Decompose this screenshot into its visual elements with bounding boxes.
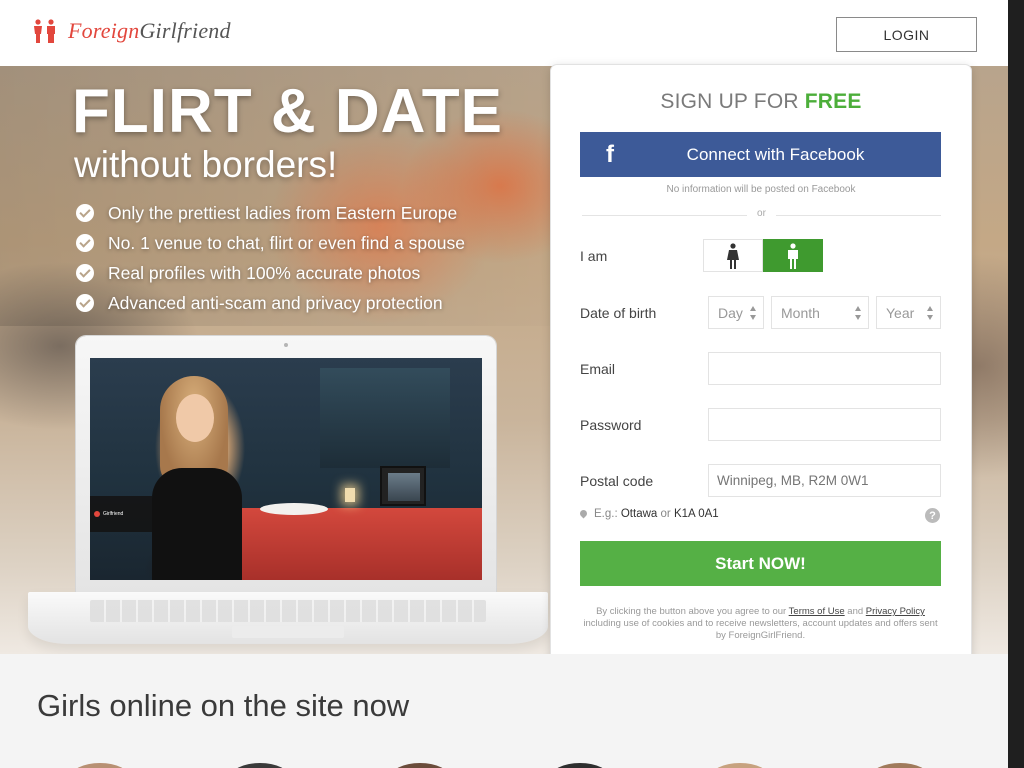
photo-window: [320, 368, 450, 468]
gender-female-button[interactable]: [703, 239, 763, 272]
signup-title-free: FREE: [804, 90, 862, 113]
girls-online-title: Girls online on the site now: [37, 688, 410, 723]
divider-line-right: [776, 215, 941, 216]
spinner-icon: [927, 306, 934, 320]
site-logo[interactable]: ForeignGirlfriend: [32, 18, 231, 44]
dob-year-select[interactable]: Year: [876, 296, 941, 329]
logo-text: ForeignGirlfriend: [68, 18, 231, 44]
gender-selector: [703, 239, 823, 272]
email-label: Email: [580, 361, 616, 377]
profile-thumbnail[interactable]: [390, 763, 450, 768]
example-code: K1A 0A1: [673, 508, 719, 520]
or-divider: or: [582, 208, 941, 222]
badge-text: Girlfriend: [103, 511, 124, 517]
facebook-button-label: Connect with Facebook: [686, 144, 865, 164]
webcam-dot: [284, 343, 288, 347]
or-text: or: [757, 208, 766, 219]
signup-title: SIGN UP FOR FREE: [551, 90, 971, 114]
window-edge: [1008, 0, 1024, 768]
profile-thumbnail[interactable]: [550, 763, 610, 768]
logo-couple-icon: [32, 19, 58, 43]
example-prefix: E.g.:: [594, 508, 618, 520]
feature-text: No. 1 venue to chat, flirt or even find …: [108, 232, 466, 253]
spinner-icon: [855, 306, 862, 320]
laptop-screen-photo: Girlfriend: [90, 358, 482, 580]
dob-day-value: Day: [718, 304, 743, 321]
email-field[interactable]: [708, 352, 941, 385]
dob-month-select[interactable]: Month: [771, 296, 869, 329]
example-or: or: [660, 508, 671, 520]
logo-word-foreign: Foreign: [68, 18, 140, 43]
terms-notice: By clicking the button above you agree t…: [580, 606, 941, 642]
profile-thumbnail[interactable]: [870, 763, 930, 768]
girls-online-section: Girls online on the site now: [0, 654, 1010, 768]
postal-example: E.g.: Ottawa or K1A 0A1: [580, 508, 719, 520]
signup-title-prefix: SIGN UP FOR: [660, 90, 799, 113]
photo-dress: [152, 468, 242, 580]
dob-label: Date of birth: [580, 305, 657, 321]
gender-male-button[interactable]: [763, 239, 823, 272]
photo-candle: [345, 488, 355, 502]
privacy-policy-link[interactable]: Privacy Policy: [866, 606, 925, 617]
laptop-keyboard: [90, 600, 486, 622]
terms-text-1: By clicking the button above you agree t…: [596, 606, 787, 617]
check-circle-icon: [76, 264, 94, 282]
dob-year-value: Year: [886, 304, 915, 321]
badge-dot-icon: [94, 511, 100, 517]
feature-list: Only the prettiest ladies from Eastern E…: [76, 198, 465, 318]
terms-text-2: including use of cookies and to receive …: [583, 618, 938, 641]
feature-item: Real profiles with 100% accurate photos: [76, 258, 465, 288]
profile-thumbnail[interactable]: [710, 763, 770, 768]
feature-item: Advanced anti-scam and privacy protectio…: [76, 288, 465, 318]
page: ForeignGirlfriend LOGIN FLIRT & DATE wit…: [0, 0, 1010, 768]
feature-text: Only the prettiest ladies from Eastern E…: [108, 202, 458, 223]
example-city: Ottawa: [620, 508, 658, 520]
header: ForeignGirlfriend LOGIN: [0, 0, 1010, 66]
check-circle-icon: [76, 234, 94, 252]
photo-tablet: [380, 466, 426, 506]
postal-code-field[interactable]: [708, 464, 941, 497]
connect-facebook-button[interactable]: f Connect with Facebook: [580, 132, 941, 177]
laptop-base: [28, 592, 548, 644]
facebook-note: No information will be posted on Faceboo…: [666, 184, 856, 195]
feature-item: No. 1 venue to chat, flirt or even find …: [76, 228, 465, 258]
laptop-trackpad: [232, 626, 344, 638]
male-icon: [788, 242, 798, 269]
hero-subheadline: without borders!: [74, 144, 338, 185]
check-circle-icon: [76, 294, 94, 312]
password-field[interactable]: [708, 408, 941, 441]
check-circle-icon: [76, 204, 94, 222]
terms-of-use-link[interactable]: Terms of Use: [789, 606, 845, 617]
spinner-icon: [750, 306, 757, 320]
help-icon[interactable]: ?: [925, 508, 940, 523]
start-now-button[interactable]: Start NOW!: [580, 541, 941, 586]
photo-plate: [260, 503, 328, 515]
i-am-label: I am: [580, 248, 608, 264]
dob-month-value: Month: [781, 304, 820, 321]
photo-tablet-screen: [388, 473, 420, 501]
map-pin-icon: [580, 510, 587, 519]
female-icon: [727, 242, 739, 269]
password-label: Password: [580, 417, 642, 433]
feature-text: Advanced anti-scam and privacy protectio…: [108, 292, 443, 313]
profile-thumbnail[interactable]: [70, 763, 130, 768]
feature-text: Real profiles with 100% accurate photos: [108, 262, 421, 283]
laptop-image: Girlfriend: [28, 336, 548, 654]
profile-thumbnail[interactable]: [230, 763, 290, 768]
dob-day-select[interactable]: Day: [708, 296, 764, 329]
login-button[interactable]: LOGIN: [836, 17, 977, 52]
hero-headline: FLIRT & DATE: [72, 77, 504, 146]
feature-item: Only the prettiest ladies from Eastern E…: [76, 198, 465, 228]
logo-word-girlfriend: Girlfriend: [139, 18, 231, 43]
photo-woman: [142, 376, 252, 580]
postal-code-label: Postal code: [580, 473, 654, 489]
screen-logo-badge: Girlfriend: [90, 496, 152, 532]
facebook-icon: f: [606, 140, 614, 168]
laptop-lid: Girlfriend: [76, 336, 496, 596]
terms-and: and: [847, 606, 864, 617]
profile-thumbnail-row: [70, 763, 970, 768]
signup-card: SIGN UP FOR FREE f Connect with Facebook…: [551, 65, 971, 662]
photo-face: [176, 394, 214, 442]
